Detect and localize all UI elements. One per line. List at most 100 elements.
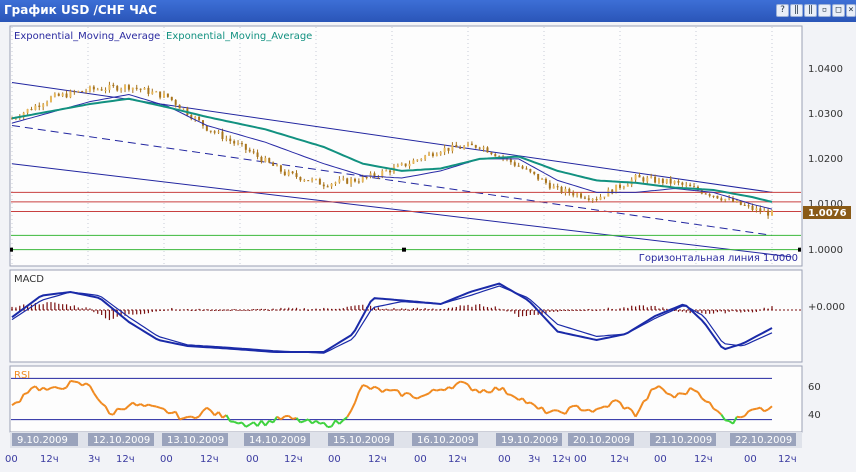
pause-alt-icon[interactable]: ‖ — [804, 4, 817, 17]
macd-bar — [479, 304, 481, 310]
macd-bar — [276, 309, 278, 311]
candle-body — [268, 158, 271, 163]
macd-bar — [132, 310, 134, 315]
macd-bar — [685, 310, 687, 313]
date-label: 21.10.2009 — [655, 435, 712, 446]
macd-bar — [518, 310, 520, 317]
candle-body — [155, 91, 158, 93]
candle-body — [486, 147, 489, 153]
candle-body — [244, 143, 247, 150]
rsi-segment — [506, 393, 512, 396]
candle-body — [342, 178, 345, 180]
macd-bar — [260, 308, 263, 310]
candle-body — [170, 96, 173, 101]
rsi-segment — [70, 379, 75, 383]
candle-body — [447, 147, 450, 151]
rsi-segment — [179, 417, 184, 421]
macd-title: MACD — [14, 274, 44, 285]
macd-bar — [482, 306, 485, 310]
maximize-icon[interactable]: □ — [832, 4, 845, 17]
candle-body — [30, 109, 33, 111]
macd-panel — [9, 269, 803, 363]
candle-body — [439, 152, 442, 155]
candle-body — [26, 109, 29, 113]
line-handle[interactable] — [798, 247, 801, 252]
candle-body — [743, 204, 746, 206]
candle-body — [49, 96, 52, 102]
close-icon[interactable]: × — [846, 4, 856, 17]
macd-bar — [654, 305, 656, 310]
candle-body — [283, 171, 286, 176]
candle-body — [724, 198, 727, 201]
candle-body — [213, 131, 216, 133]
candle-body — [685, 184, 688, 186]
line-handle[interactable] — [10, 247, 13, 252]
macd-bar — [607, 307, 609, 310]
date-label: 16.10.2009 — [417, 435, 474, 446]
macd-bar — [225, 309, 227, 311]
macd-bar — [436, 309, 438, 311]
candle-body — [771, 210, 773, 216]
candle-body — [120, 88, 123, 91]
rsi-segment — [436, 388, 441, 392]
rsi-segment — [58, 387, 63, 391]
candle-body — [603, 196, 606, 198]
rsi-segment — [440, 388, 445, 392]
macd-bar — [194, 310, 196, 311]
hour-label: 12ч — [694, 454, 713, 465]
candle-body — [759, 208, 762, 212]
candle-body — [669, 178, 672, 184]
help-icon[interactable]: ? — [776, 4, 789, 17]
macd-bar — [38, 304, 40, 310]
rsi-segment — [666, 392, 671, 396]
macd-bar — [662, 307, 664, 310]
macd-bar — [502, 309, 504, 311]
candle-body — [646, 177, 649, 182]
macd-bar — [553, 310, 555, 312]
candle-body — [689, 184, 692, 187]
macd-bar — [525, 310, 528, 317]
candle-body — [34, 105, 37, 110]
macd-bar — [147, 310, 150, 314]
minimize-icon[interactable]: ▫ — [818, 4, 831, 17]
macd-bar — [210, 310, 212, 312]
candle-body — [622, 186, 625, 188]
macd-bar — [486, 307, 489, 310]
candle-body — [607, 189, 610, 197]
candle-body — [182, 108, 185, 110]
pause-icon[interactable]: ‖ — [790, 4, 803, 17]
macd-bar — [217, 310, 220, 311]
candle-body — [400, 163, 403, 165]
candle-body — [708, 194, 711, 196]
macd-bar — [455, 306, 457, 310]
candle-body — [291, 171, 294, 174]
legend-ema-slow: Exponential_Moving_Average — [166, 31, 312, 42]
candle-body — [116, 86, 119, 91]
macd-bar — [514, 310, 516, 314]
macd-bar — [634, 306, 637, 310]
candle-body — [240, 143, 243, 145]
macd-bar — [576, 310, 578, 311]
candle-body — [424, 155, 427, 160]
macd-bar — [143, 310, 146, 314]
macd-bar — [46, 302, 48, 310]
candle-body — [237, 143, 240, 145]
candle-body — [361, 177, 364, 182]
macd-bar — [615, 309, 617, 311]
candle-body — [248, 149, 251, 152]
candle-body — [576, 193, 579, 196]
candle-body — [673, 181, 676, 184]
macd-bar — [136, 310, 138, 315]
macd-bar — [533, 310, 535, 315]
candle-body — [467, 143, 469, 147]
macd-bar — [140, 310, 142, 315]
candle-body — [650, 176, 653, 178]
candle-body — [704, 193, 707, 195]
candle-body — [716, 195, 719, 199]
title-bar[interactable]: График USD /CHF ЧАС ? ‖ ‖ ▫ □ × — [0, 0, 856, 22]
line-handle[interactable] — [402, 247, 406, 252]
candle-body — [272, 162, 275, 166]
candle-body — [311, 179, 314, 181]
macd-bar — [744, 310, 746, 312]
rsi-segment — [623, 406, 629, 410]
